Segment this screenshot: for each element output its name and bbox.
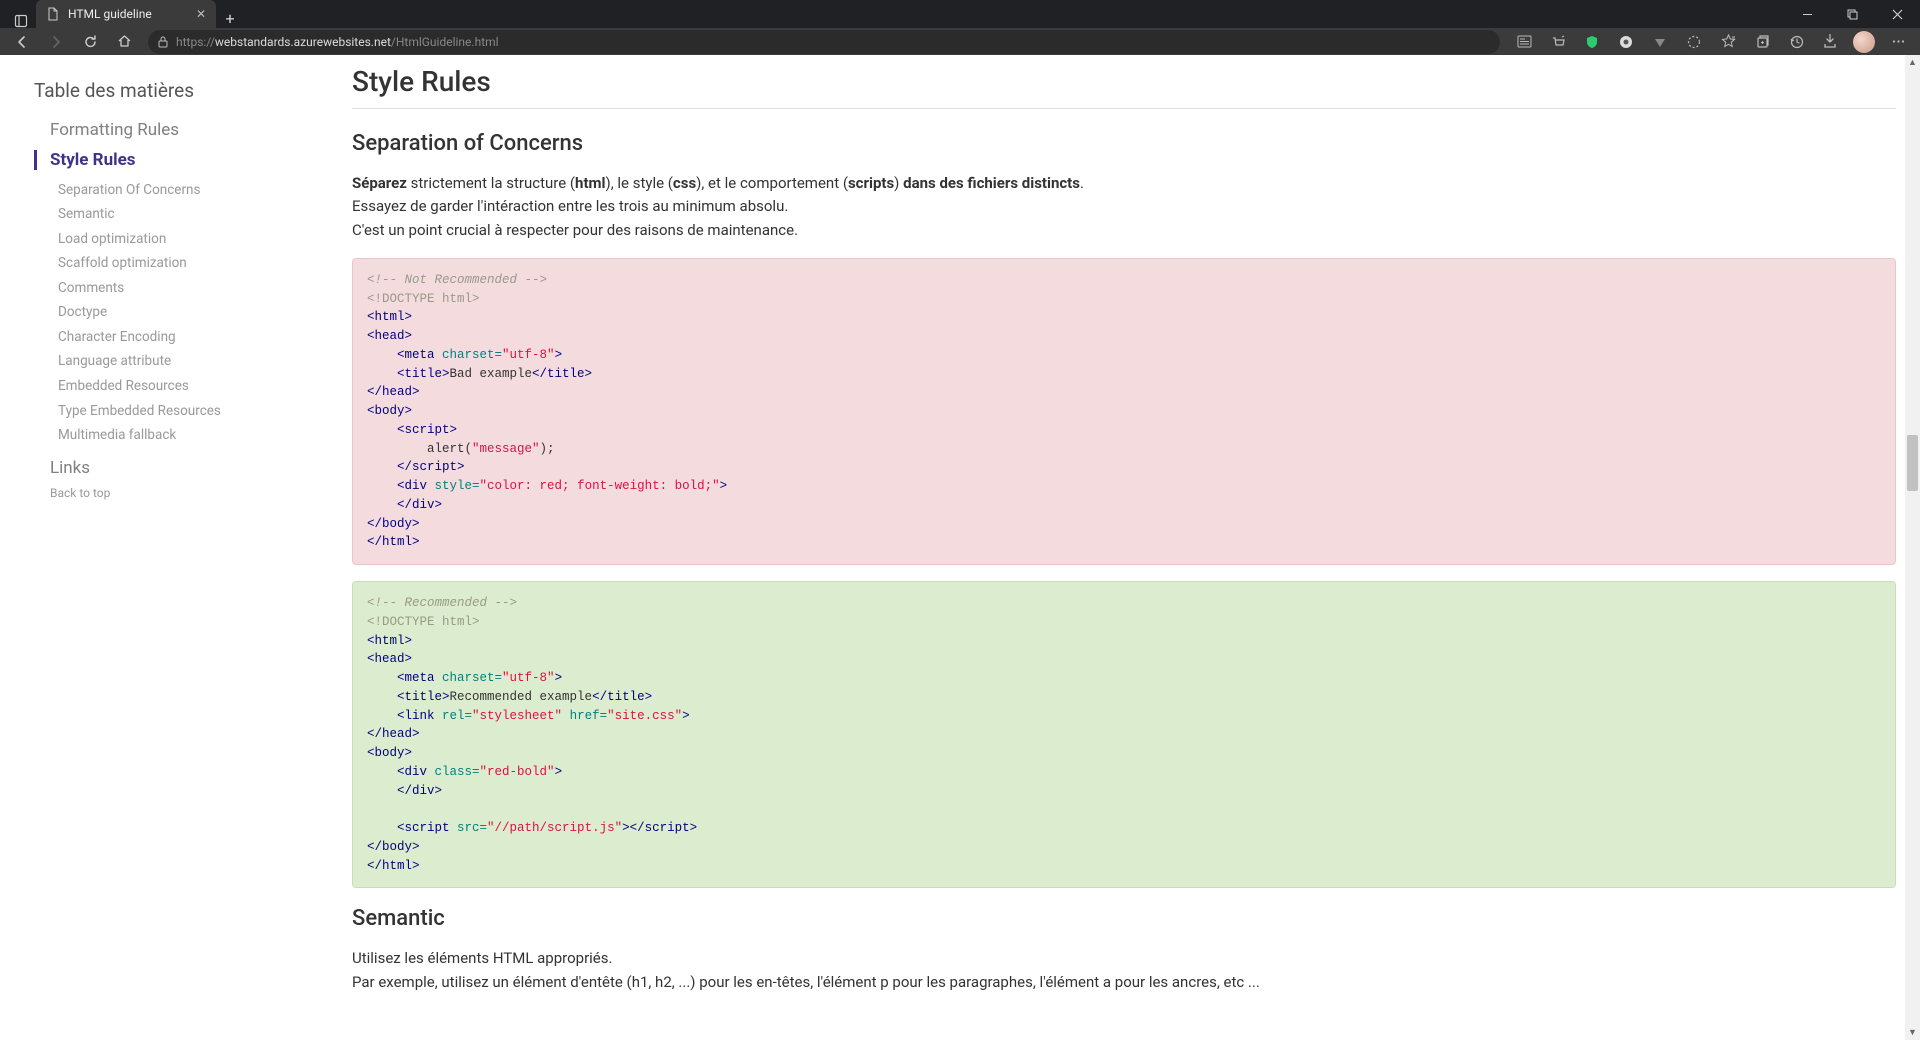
address-bar[interactable]: https://webstandards.azurewebsites.net/H… [148,30,1500,54]
toc-item[interactable]: Embedded Resources [58,375,320,400]
toc-item[interactable]: Separation Of Concerns [58,178,320,203]
scroll-thumb[interactable] [1907,435,1918,491]
file-icon [46,7,60,21]
scrollbar[interactable]: ▲ ▼ [1905,55,1920,1040]
shopping-icon[interactable] [1542,29,1574,55]
favorites-icon[interactable] [1712,29,1744,55]
new-tab-button[interactable]: + [216,9,244,28]
toc-item[interactable]: Scaffold optimization [58,252,320,277]
close-icon[interactable] [1875,0,1920,28]
toc-title: Table des matières [34,79,320,102]
extension1-icon[interactable] [1610,29,1642,55]
soc-paragraph-3: C'est un point crucial à respecter pour … [352,219,1896,242]
semantic-paragraph-1: Utilisez les éléments HTML appropriés. [352,947,1896,970]
toc-item[interactable]: Semantic [58,203,320,228]
toc-section-links[interactable]: Links [50,458,320,478]
browser-toolbar: https://webstandards.azurewebsites.net/H… [0,28,1920,55]
toc-item[interactable]: Comments [58,276,320,301]
profile-avatar[interactable] [1848,29,1880,55]
url-text: https://webstandards.azurewebsites.net/H… [176,35,499,49]
soc-paragraph-1: Séparez strictement la structure (html),… [352,172,1896,195]
code-recommended: <!-- Recommended --> <!DOCTYPE html> <ht… [352,581,1896,888]
scroll-up-icon[interactable]: ▲ [1905,55,1920,70]
sidebar-toc: Table des matières Formatting Rules Styl… [0,55,340,1040]
extension3-icon[interactable] [1678,29,1710,55]
code-not-recommended: <!-- Not Recommended --> <!DOCTYPE html>… [352,258,1896,565]
divider [352,108,1896,109]
page-heading: Style Rules [352,65,1896,98]
back-icon[interactable] [6,29,38,55]
minimize-icon[interactable] [1785,0,1830,28]
main-content: Style Rules Separation of Concerns Sépar… [340,55,1920,1040]
home-icon[interactable] [108,29,140,55]
toc-item[interactable]: Language attribute [58,350,320,375]
soc-paragraph-2: Essayez de garder l'intéraction entre le… [352,195,1896,218]
toc-section-formatting[interactable]: Formatting Rules [50,120,320,140]
lock-icon [158,36,168,48]
tab-title: HTML guideline [68,7,188,21]
titlebar: HTML guideline ✕ + [0,0,1920,28]
page-viewport: Table des matières Formatting Rules Styl… [0,55,1920,1040]
refresh-icon[interactable] [74,29,106,55]
menu-icon[interactable] [1882,29,1914,55]
section-heading-semantic: Semantic [352,906,1896,931]
toc-items: Separation Of Concerns Semantic Load opt… [58,178,320,448]
toc-item[interactable]: Doctype [58,301,320,326]
history-icon[interactable] [1780,29,1812,55]
toc-item[interactable]: Load optimization [58,227,320,252]
toc-item[interactable]: Multimedia fallback [58,424,320,449]
downloads-icon[interactable] [1814,29,1846,55]
toc-item[interactable]: Type Embedded Resources [58,399,320,424]
forward-icon[interactable] [40,29,72,55]
browser-tab[interactable]: HTML guideline ✕ [36,0,216,28]
toc-item[interactable]: Character Encoding [58,325,320,350]
tab-actions-icon[interactable] [6,14,36,28]
browser-chrome: HTML guideline ✕ + https://webstandards.… [0,0,1920,55]
maximize-icon[interactable] [1830,0,1875,28]
collections-icon[interactable] [1746,29,1778,55]
tab-close-icon[interactable]: ✕ [196,7,206,21]
semantic-paragraph-2: Par exemple, utilisez un élément d'entêt… [352,971,1896,994]
scroll-down-icon[interactable]: ▼ [1905,1025,1920,1040]
section-heading-soc: Separation of Concerns [352,131,1896,156]
reader-icon[interactable] [1508,29,1540,55]
shield-icon[interactable] [1576,29,1608,55]
extension2-icon[interactable] [1644,29,1676,55]
back-to-top[interactable]: Back to top [50,486,320,500]
toc-section-style[interactable]: Style Rules [34,150,320,170]
